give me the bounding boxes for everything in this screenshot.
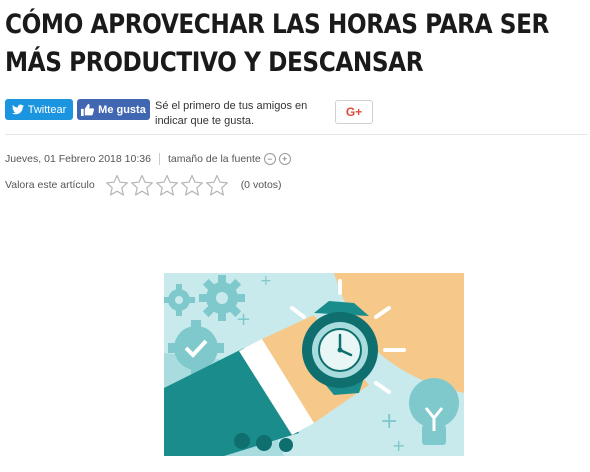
star-icon[interactable] [205, 174, 229, 196]
twitter-share-button[interactable]: Twittear [5, 99, 73, 120]
svg-text:+: + [260, 273, 272, 289]
rating-section: Valora este artículo (0 votos) [5, 174, 282, 196]
facebook-social-text: Sé el primero de tus amigos en indicar q… [155, 100, 308, 127]
font-increase-button[interactable]: + [278, 153, 291, 165]
font-size-label: tamaño de la fuente [167, 153, 261, 165]
twitter-label: Twittear [27, 103, 67, 116]
meta-separator [158, 153, 160, 165]
star-icon[interactable] [130, 174, 154, 196]
svg-text:+: + [380, 409, 398, 434]
rate-label: Valora este artículo [5, 179, 95, 191]
rating-stars [105, 174, 229, 196]
article-meta: Jueves, 01 Febrero 2018 10:36 tamaño de … [5, 153, 291, 165]
thumbs-up-icon [81, 103, 95, 116]
article-hero-image: + + + + [164, 273, 464, 456]
google-plus-icon: G+ [345, 105, 363, 119]
facebook-like-button[interactable]: Me gusta [77, 99, 150, 120]
star-icon[interactable] [180, 174, 204, 196]
star-icon[interactable] [155, 174, 179, 196]
article-title: CÓMO APROVECHAR LAS HORAS PARA SER MÁS P… [5, 9, 549, 78]
votes-count: (0 votos) [240, 179, 282, 191]
star-icon[interactable] [105, 174, 129, 196]
article-date: Jueves, 01 Febrero 2018 10:36 [5, 153, 151, 165]
svg-text:+: + [236, 309, 251, 330]
svg-text:+: + [392, 436, 405, 455]
divider [5, 134, 588, 135]
font-decrease-button[interactable]: − [263, 153, 276, 165]
twitter-bird-icon [11, 104, 24, 115]
google-plus-button[interactable]: G+ [335, 100, 373, 124]
productivity-illustration: + + + + [164, 273, 464, 456]
facebook-label: Me gusta [98, 103, 146, 116]
